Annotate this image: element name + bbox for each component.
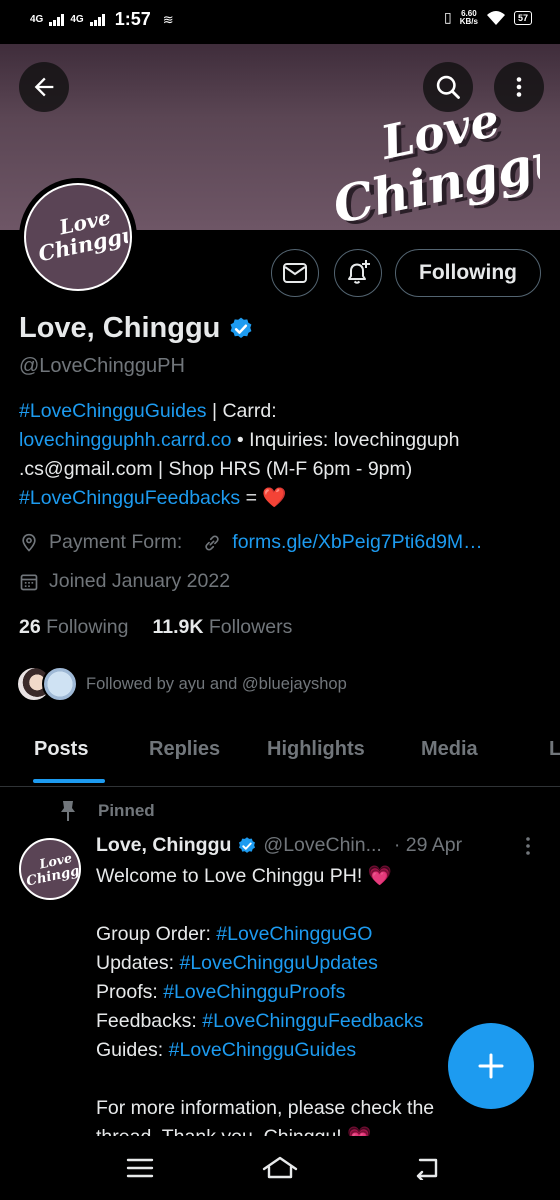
message-button[interactable] (271, 249, 319, 297)
verified-badge-icon (230, 317, 252, 338)
back-button[interactable] (19, 62, 69, 112)
tweet-author-avatar[interactable]: Love Chinggu (19, 838, 81, 900)
followers-avatars (16, 666, 78, 702)
active-tab-indicator (33, 779, 105, 783)
profile-avatar[interactable]: Love Chinggu (19, 178, 137, 296)
tab-replies[interactable]: Replies (149, 738, 220, 761)
hashtag-link[interactable]: #LoveChingguGuides (169, 1039, 357, 1061)
tab-posts[interactable]: Posts (34, 738, 88, 761)
payment-form-label: Payment Form: (49, 531, 183, 553)
avatar-image: Love Chinggu (24, 183, 132, 291)
back-icon (416, 1158, 438, 1180)
tweet-more-button[interactable] (520, 836, 536, 861)
follower-avatar-bluejayshop (42, 666, 78, 702)
network-type-2: 4G (70, 13, 84, 25)
calendar-icon (20, 574, 38, 590)
avatar-logo: Love Chinggu (36, 205, 128, 266)
bio-text: | Carrd: (206, 400, 277, 422)
hashtag-link[interactable]: #LoveChingguGuides (19, 400, 207, 422)
payment-form-row: Payment Form: forms.gle/XbPeig7Pti6d9M… (19, 531, 483, 554)
vibrate-icon: ▯ (444, 9, 452, 25)
followed-by-row[interactable]: Followed by ayu and @bluejayshop (16, 666, 347, 702)
pin-icon (61, 801, 75, 821)
hashtag-link[interactable]: #LoveChingguFeedbacks (19, 487, 240, 509)
tweet-row: Updates: #LoveChingguUpdates (96, 952, 378, 974)
profile-handle: @LoveChingguPH (19, 355, 185, 377)
avatar-logo: Love Chinggu (25, 851, 79, 890)
location-pin-icon (22, 533, 36, 552)
signal-icon-2 (89, 13, 105, 26)
carrd-link[interactable]: lovechingguphh.carrd.co (19, 429, 231, 451)
hashtag-link[interactable]: #LoveChingguGO (216, 923, 372, 945)
more-vertical-icon (526, 837, 530, 855)
banner-logo: Love Love Chinggu Chinggu (328, 92, 540, 230)
tab-media[interactable]: Media (421, 738, 478, 761)
follow-counts: 26 Following 11.9K Followers (19, 616, 292, 639)
search-button[interactable] (423, 62, 473, 112)
wifi-icon (486, 10, 505, 25)
compose-post-button[interactable] (448, 1023, 534, 1109)
more-options-button[interactable] (494, 62, 544, 112)
joined-row: Joined January 2022 (19, 570, 230, 593)
network-type-1: 4G (30, 13, 44, 25)
verified-badge-icon (239, 836, 256, 853)
payment-form-link[interactable]: forms.gle/XbPeig7Pti6d9M… (232, 531, 482, 554)
tweet-author-name[interactable]: Love, Chinggu (96, 834, 231, 857)
pinned-label: Pinned (98, 801, 155, 820)
tweet-header: Love, Chinggu @LoveChin... · 29 Apr (96, 834, 462, 857)
link-icon (205, 534, 219, 551)
tweet-row: Proofs: #LoveChingguProofs (96, 981, 346, 1003)
joined-date: Joined January 2022 (49, 570, 231, 592)
home-icon (262, 1156, 298, 1179)
profile-name: Love, Chinggu (19, 312, 221, 344)
search-icon (436, 75, 460, 99)
mail-icon (283, 263, 307, 283)
arrow-left-icon (34, 77, 54, 97)
profile-bio: #LoveChingguGuides | Carrd: lovechinggup… (19, 397, 544, 513)
battery-icon: 57 (513, 10, 532, 25)
system-navigation-bar (0, 1136, 560, 1200)
plus-icon (478, 1053, 504, 1079)
pinned-indicator: Pinned (58, 800, 155, 822)
more-vertical-icon (516, 77, 522, 97)
recent-apps-button[interactable] (120, 1150, 160, 1186)
followers-count-link[interactable]: 11.9K Followers (153, 616, 293, 639)
notification-icon: ≋ (162, 11, 174, 27)
bell-plus-icon (348, 260, 370, 284)
tweet-body: Welcome to Love Chinggu PH! 💗 Group Orde… (96, 862, 546, 1152)
profile-name-row: Love, Chinggu (19, 312, 254, 345)
followed-by-text: Followed by ayu and @bluejayshop (86, 674, 347, 693)
tab-likes[interactable]: L (549, 738, 560, 761)
hashtag-link[interactable]: #LoveChingguFeedbacks (202, 1010, 423, 1032)
notifications-button[interactable] (334, 249, 382, 297)
tweet-date[interactable]: · 29 Apr (394, 834, 462, 857)
tweet-author-handle[interactable]: @LoveChin... (263, 834, 381, 857)
tweet-line: Welcome to Love Chinggu PH! 💗 (96, 865, 392, 887)
network-speed: 6.60 KB/s (459, 8, 478, 26)
bio-text: = ❤️ (240, 487, 287, 509)
menu-icon (126, 1158, 154, 1178)
home-button[interactable] (260, 1150, 300, 1186)
following-button[interactable]: Following (395, 249, 541, 297)
hashtag-link[interactable]: #LoveChingguUpdates (179, 952, 377, 974)
status-bar: 4G 4G 1:57 ≋ ▯ 6.60 KB/s 57 (0, 0, 560, 44)
back-nav-button[interactable] (406, 1150, 446, 1186)
hashtag-link[interactable]: #LoveChingguProofs (163, 981, 345, 1003)
profile-tabs: Posts Replies Highlights Media L (0, 722, 560, 787)
following-count-link[interactable]: 26 Following (19, 616, 129, 639)
tweet-row: Group Order: #LoveChingguGO (96, 923, 373, 945)
signal-icon (49, 13, 65, 26)
tab-highlights[interactable]: Highlights (267, 738, 365, 761)
clock: 1:57 (114, 9, 151, 29)
